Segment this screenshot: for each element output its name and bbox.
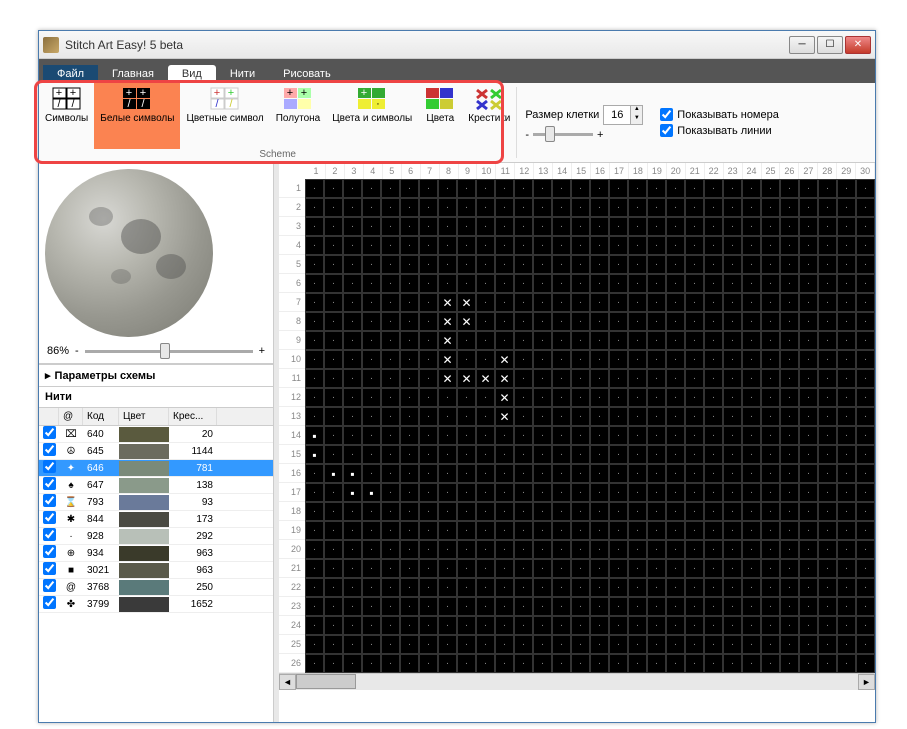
crosses-icon: [473, 87, 505, 111]
threads-header: Нити: [39, 387, 273, 408]
ribbon-halftone[interactable]: ++ Полутона: [270, 83, 326, 149]
thread-row[interactable]: ⌧64020: [39, 426, 273, 443]
params-header[interactable]: ▸ Параметры схемы: [39, 364, 273, 387]
thread-row[interactable]: ✤37991652: [39, 596, 273, 613]
color-symbols-icon: ++//: [209, 87, 241, 111]
ribbon-colors[interactable]: Цвета: [418, 83, 462, 149]
ribbon-symbols[interactable]: ++// Символы: [39, 83, 94, 149]
ribbon-group-label: Scheme: [39, 149, 516, 162]
scroll-thumb-h[interactable]: [296, 674, 356, 689]
svg-text:+: +: [301, 87, 307, 99]
thread-row[interactable]: ✱844173: [39, 511, 273, 528]
ribbon-color-symbols[interactable]: ++// Цветные символ: [180, 83, 269, 149]
colors-icon: [424, 87, 456, 111]
sidebar: 86% - + ▸ Параметры схемы Нити @ Код Цве…: [39, 163, 274, 722]
slider-thumb[interactable]: [545, 126, 555, 142]
thread-row[interactable]: @3768250: [39, 579, 273, 596]
thread-row[interactable]: ⌛79393: [39, 494, 273, 511]
expand-icon: ▸: [45, 369, 51, 382]
thread-row[interactable]: ✦646781: [39, 460, 273, 477]
app-icon: [43, 37, 59, 53]
thread-row[interactable]: ·928292: [39, 528, 273, 545]
zoom-slider[interactable]: [85, 350, 253, 353]
maximize-button[interactable]: ☐: [817, 36, 843, 54]
ribbon-crosses[interactable]: Крестики: [462, 83, 516, 149]
show-lines-check[interactable]: Показывать линии: [660, 124, 779, 137]
zoom-value: 86%: [47, 345, 69, 357]
minimize-button[interactable]: ─: [789, 36, 815, 54]
tab-main[interactable]: Главная: [98, 65, 168, 83]
ribbon-tabs: Файл Главная Вид Нити Рисовать: [39, 59, 875, 83]
zoom-plus[interactable]: +: [259, 345, 265, 357]
canvas-area: 1234567891011121314151617181920212223242…: [279, 163, 875, 722]
zoom-minus[interactable]: -: [75, 345, 79, 357]
ruler-vertical: 1234567891011121314151617181920212223242…: [279, 179, 305, 673]
cell-size-input[interactable]: [604, 106, 630, 124]
symbols-icon: ++//: [51, 87, 83, 111]
cell-size-slider[interactable]: [533, 133, 593, 136]
tab-view[interactable]: Вид: [168, 65, 216, 83]
close-button[interactable]: ✕: [845, 36, 871, 54]
cell-size-spinner[interactable]: ▲▼: [603, 105, 643, 125]
preview-image: [45, 169, 213, 337]
svg-text:+: +: [287, 87, 293, 99]
ruler-horizontal: 1234567891011121314151617181920212223242…: [307, 163, 875, 179]
slider-minus[interactable]: -: [525, 129, 529, 141]
ribbon-colors-symbols[interactable]: +· Цвета и символы: [326, 83, 418, 149]
cell-size-label: Размер клетки: [525, 109, 599, 121]
tab-draw[interactable]: Рисовать: [269, 65, 345, 83]
ribbon-white-symbols[interactable]: ++// Белые символы: [94, 83, 180, 149]
scroll-right[interactable]: ►: [858, 674, 875, 690]
show-numbers-check[interactable]: Показывать номера: [660, 108, 779, 121]
thread-row[interactable]: ☮6451144: [39, 443, 273, 460]
colors-symbols-icon: +·: [356, 87, 388, 111]
halftone-icon: ++: [282, 87, 314, 111]
window-title: Stitch Art Easy! 5 beta: [65, 38, 789, 52]
thread-table: @ Код Цвет Крес... ⌧64020☮6451144✦646781…: [39, 408, 273, 722]
scroll-left[interactable]: ◄: [279, 674, 296, 690]
tab-file[interactable]: Файл: [43, 65, 98, 83]
slider-plus[interactable]: +: [597, 129, 603, 141]
stitch-grid[interactable]: [305, 179, 875, 673]
svg-text:+: +: [361, 87, 367, 99]
zoom-thumb[interactable]: [160, 343, 170, 359]
scrollbar-horizontal[interactable]: ◄ ►: [279, 673, 875, 690]
white-symbols-icon: ++//: [121, 87, 153, 111]
svg-text:·: ·: [376, 98, 380, 110]
tab-threads[interactable]: Нити: [216, 65, 269, 83]
spinner-down[interactable]: ▼: [630, 115, 642, 124]
thread-row[interactable]: ■3021963: [39, 562, 273, 579]
app-window: Stitch Art Easy! 5 beta ─ ☐ ✕ Файл Главн…: [38, 30, 876, 723]
thread-row[interactable]: ♠647138: [39, 477, 273, 494]
thread-row[interactable]: ⊕934963: [39, 545, 273, 562]
ribbon: ++// Символы ++// Белые символы ++// Цве…: [39, 83, 875, 163]
spinner-up[interactable]: ▲: [630, 106, 642, 115]
titlebar: Stitch Art Easy! 5 beta ─ ☐ ✕: [39, 31, 875, 59]
preview-panel: 86% - +: [39, 163, 273, 364]
